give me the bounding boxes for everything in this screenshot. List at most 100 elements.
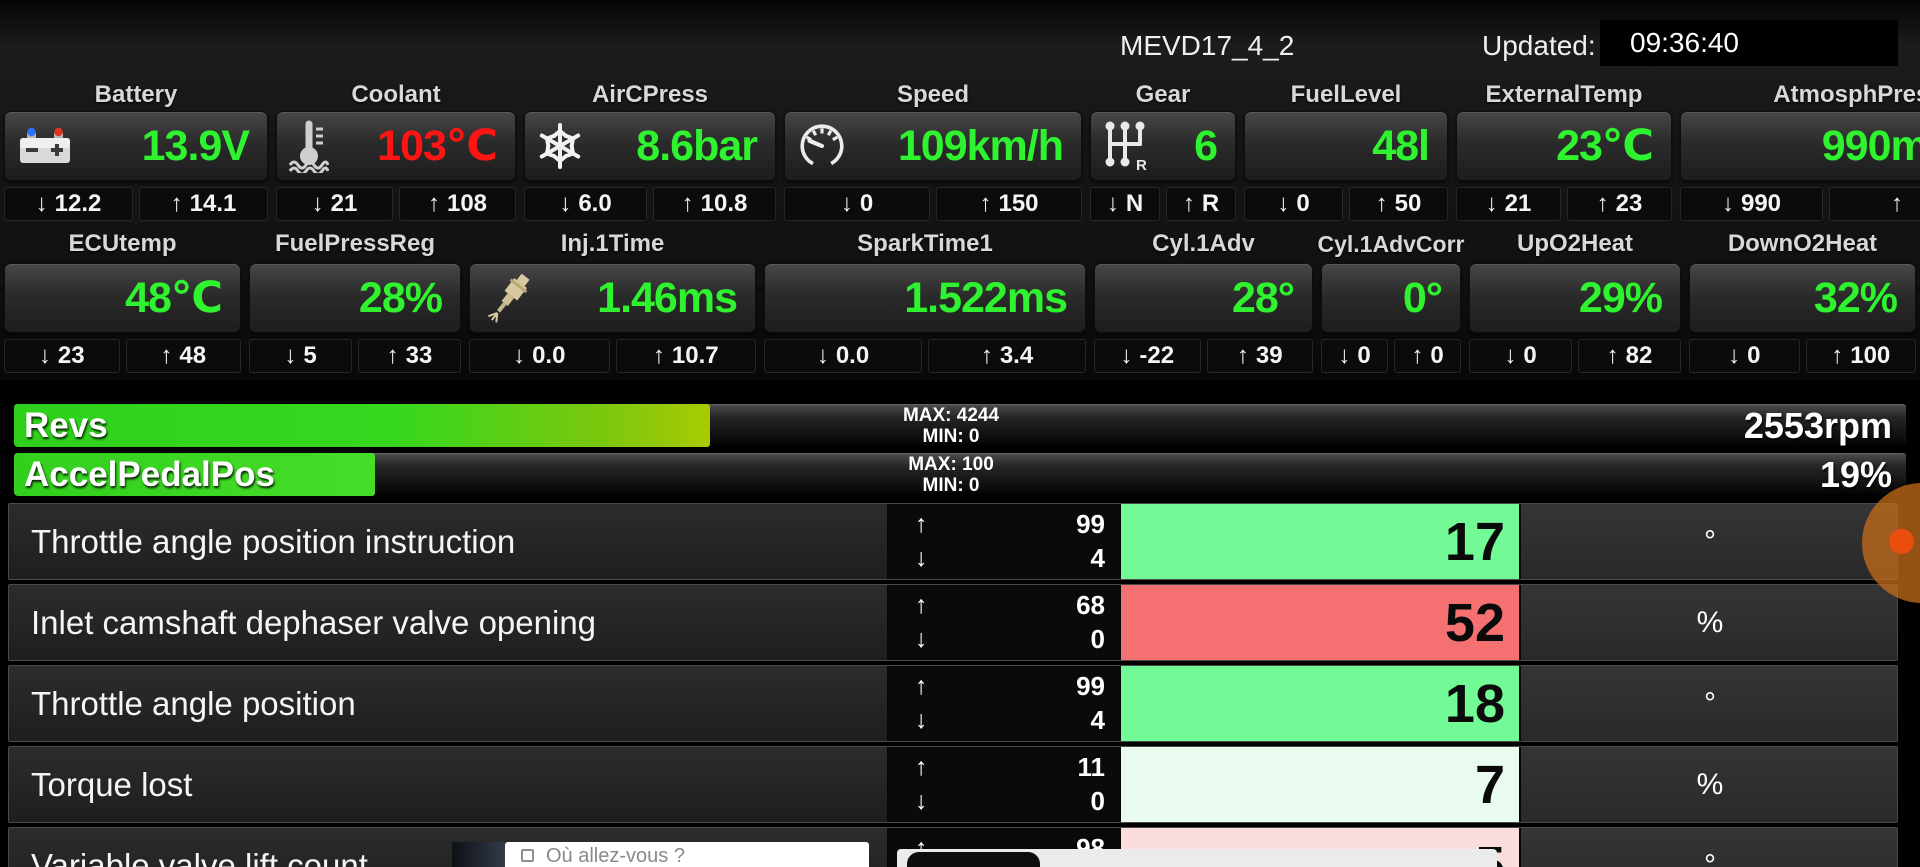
down-arrow-icon — [1277, 190, 1289, 218]
gauge-value-downo2heat: 32% — [1702, 274, 1897, 323]
up-arrow-icon — [1607, 342, 1619, 370]
gauge-value-inj1time: 1.46ms — [536, 274, 737, 323]
gauge-value-upo2heat: 29% — [1482, 274, 1662, 323]
param-minmax: 99 4 — [889, 666, 1121, 741]
min-chip: 0 — [784, 187, 930, 221]
accel-bar-maxmin: MAX: 100MIN: 0 — [836, 454, 1066, 496]
down-arrow-icon — [513, 342, 525, 370]
param-label: Throttle angle position — [9, 666, 889, 741]
param-label: Torque lost — [9, 747, 889, 822]
gauge-value-aircpress: 8.6bar — [583, 122, 757, 171]
accelpedalpos-bar[interactable]: AccelPedalPos MAX: 100MIN: 0 19% — [13, 452, 1907, 497]
revs-bar-value: 2553rpm — [1744, 405, 1892, 447]
down-arrow-icon — [559, 190, 571, 218]
gauge-gear[interactable]: R 6 — [1090, 111, 1236, 181]
gauge-row1-panels: 13.9V 103℃ — [0, 111, 1920, 181]
max-chip: 10.7 — [616, 339, 757, 373]
down-arrow-icon — [915, 625, 928, 654]
gauge-inj1time[interactable]: 1.46ms — [469, 263, 756, 333]
gauge-label-speed: Speed — [780, 80, 1086, 110]
param-minmax: 99 4 — [889, 504, 1121, 579]
param-unit: ° — [1521, 666, 1898, 741]
gauge-value-speed: 109km/h — [847, 122, 1063, 171]
param-value: 52 — [1121, 585, 1521, 660]
revs-bar-fill-paint — [14, 404, 710, 447]
gauge-value-cyl1adv: 28° — [1107, 274, 1294, 323]
table-row[interactable]: Throttle angle position instruction 99 4… — [8, 503, 1898, 580]
gauge-ecutemp[interactable]: 48℃ — [4, 263, 241, 333]
destination-search-box[interactable]: Où allez-vous ? — [505, 842, 869, 867]
gauge-row2-panels: 48℃ 28% — [0, 263, 1920, 333]
gauge-label-upo2heat: UpO2Heat — [1465, 229, 1685, 259]
revs-bar[interactable]: Revs MAX: 4244MIN: 0 2553rpm — [13, 403, 1907, 448]
gauge-speed[interactable]: 109km/h — [784, 111, 1082, 181]
gauge-row2-minmax: 2348 533 0.010.7 0.03.4 -2239 00 082 010… — [0, 339, 1920, 373]
updated-time: 09:36:40 — [1600, 20, 1898, 66]
table-row[interactable]: Inlet camshaft dephaser valve opening 68… — [8, 584, 1898, 661]
gauge-upo2heat[interactable]: 29% — [1469, 263, 1681, 333]
up-arrow-icon — [1891, 190, 1903, 218]
gauge-value-externaltemp: 23℃ — [1469, 121, 1653, 171]
max-chip: 108 — [399, 187, 516, 221]
min-chip: 12.2 — [4, 187, 133, 221]
down-arrow-icon — [312, 190, 324, 218]
gauge-fuelpressreg[interactable]: 28% — [249, 263, 461, 333]
max-chip: 23 — [1567, 187, 1672, 221]
updated-label: Updated: — [1482, 30, 1596, 62]
gauge-fuellevel[interactable]: 48l — [1244, 111, 1448, 181]
min-chip: 6.0 — [524, 187, 647, 221]
up-arrow-icon — [915, 591, 928, 620]
svg-text:R: R — [1136, 157, 1147, 174]
gauge-externaltemp[interactable]: 23℃ — [1456, 111, 1672, 181]
max-chip: 39 — [1207, 339, 1314, 373]
gauge-label-downo2heat: DownO2Heat — [1685, 229, 1920, 259]
gauge-downo2heat[interactable]: 32% — [1689, 263, 1916, 333]
record-dot-icon — [1889, 529, 1914, 554]
down-arrow-icon — [841, 190, 853, 218]
param-unit: % — [1521, 585, 1898, 660]
gauge-label-atmosphpress: AtmosphPress — [1676, 80, 1920, 110]
param-unit: ° — [1521, 504, 1898, 579]
table-row[interactable]: Throttle angle position 99 4 18 ° — [8, 665, 1898, 742]
gauge-value-atmosphpress: 990mb — [1693, 122, 1920, 171]
up-arrow-icon — [653, 342, 665, 370]
table-row[interactable]: Torque lost 11 0 7 % — [8, 746, 1898, 823]
param-unit: % — [1521, 747, 1898, 822]
gauge-atmosphpress[interactable]: 990mb — [1680, 111, 1920, 181]
gauge-value-coolant: 103℃ — [329, 121, 497, 171]
min-chip: 0.0 — [469, 339, 610, 373]
min-chip: 0 — [1689, 339, 1800, 373]
min-chip: 0.0 — [764, 339, 922, 373]
up-arrow-icon — [171, 190, 183, 218]
torque-dashboard-screen: MEVD17_4_2 Updated: 09:36:40 Battery Coo… — [0, 0, 1920, 867]
up-arrow-icon — [1831, 342, 1843, 370]
up-arrow-icon — [915, 510, 928, 539]
search-icon — [521, 849, 534, 862]
min-chip: N — [1090, 187, 1160, 221]
revs-bar-maxmin: MAX: 4244MIN: 0 — [836, 405, 1066, 447]
app-card-handle — [907, 852, 1040, 867]
bottom-app-card[interactable] — [897, 849, 1497, 867]
param-minmax: 11 0 — [889, 747, 1121, 822]
gauge-value-fuelpressreg: 28% — [262, 274, 442, 323]
up-arrow-icon — [387, 342, 399, 370]
up-arrow-icon — [1237, 342, 1249, 370]
gauge-coolant[interactable]: 103℃ — [276, 111, 516, 181]
up-arrow-icon — [979, 190, 991, 218]
gauge-battery[interactable]: 13.9V — [4, 111, 268, 181]
gauge-sparktime1[interactable]: 1.522ms — [764, 263, 1086, 333]
gauge-value-fuellevel: 48l — [1257, 122, 1429, 171]
gauge-aircpress[interactable]: 8.6bar — [524, 111, 776, 181]
min-chip: 0 — [1469, 339, 1572, 373]
gauge-value-sparktime1: 1.522ms — [777, 274, 1067, 323]
down-arrow-icon — [1107, 190, 1119, 218]
gauge-value-gear: 6 — [1147, 122, 1217, 171]
max-chip — [1829, 187, 1920, 221]
gauge-row2-labels: ECUtemp FuelPressReg Inj.1Time SparkTime… — [0, 229, 1920, 259]
down-arrow-icon — [39, 342, 51, 370]
gauge-cyl1advcorr[interactable]: 0° — [1321, 263, 1461, 333]
min-chip: 21 — [276, 187, 393, 221]
gauge-row1-labels: Battery Coolant AirCPress Speed Gear Fue… — [0, 80, 1920, 110]
gauge-cyl1adv[interactable]: 28° — [1094, 263, 1313, 333]
snowflake-icon — [537, 123, 583, 169]
